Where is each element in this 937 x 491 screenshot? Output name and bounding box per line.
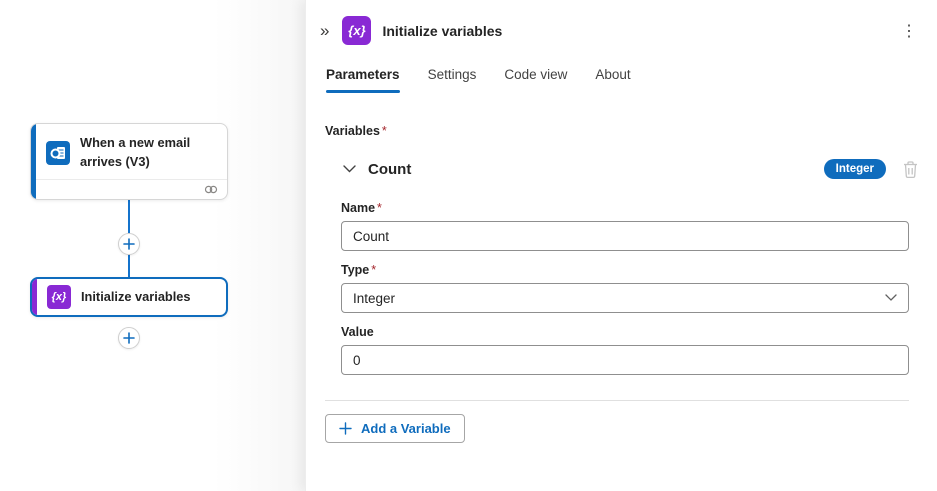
outlook-icon [46,141,70,165]
panel-title: Initialize variables [382,23,502,39]
tab-code-view[interactable]: Code view [504,67,567,93]
connection-link-icon[interactable] [204,184,218,195]
variables-label: Variables* [325,124,909,138]
tab-parameters[interactable]: Parameters [326,67,400,93]
insert-step-button[interactable] [118,233,140,255]
required-marker: * [382,124,387,138]
name-label: Name* [341,201,909,215]
tab-about[interactable]: About [595,67,630,93]
flow-canvas[interactable]: When a new email arrives (V3) {x} Initia… [0,0,305,491]
variable-header-row: Count Integer [341,159,909,179]
node-initialize-variables[interactable]: {x} Initialize variables [30,277,228,317]
type-label: Type* [341,263,909,277]
chevron-down-icon [885,294,897,302]
variables-icon: {x} [47,285,71,309]
value-input[interactable] [341,345,909,375]
action-accent-bar [32,279,37,315]
name-field: Name* [341,201,909,251]
value-label: Value [341,325,909,339]
node-title: When a new email arrives (V3) [80,134,217,171]
action-details-panel: » {x} Initialize variables ⋮ Parameters … [305,0,937,491]
plus-icon [123,238,135,250]
tab-settings[interactable]: Settings [428,67,477,93]
name-input[interactable] [341,221,909,251]
trash-icon[interactable] [902,160,919,179]
plus-icon [339,422,352,435]
section-divider [325,400,909,401]
type-selected-value: Integer [353,291,395,306]
add-variable-label: Add a Variable [361,421,451,436]
collapse-panel-icon[interactable]: » [318,20,331,41]
node-title: Initialize variables [81,288,191,307]
variable-group: Count Integer Name* [341,159,909,375]
panel-header: » {x} Initialize variables ⋮ [306,0,937,45]
more-menu-icon[interactable]: ⋮ [895,19,923,43]
parameters-content: Variables* Count Integer [306,93,937,443]
value-field: Value [341,325,909,375]
variable-name-header[interactable]: Count [368,161,411,178]
required-marker: * [371,263,376,277]
add-variable-button[interactable]: Add a Variable [325,414,465,443]
plus-icon [123,332,135,344]
trigger-accent-bar [31,124,36,199]
type-dropdown[interactable]: Integer [341,283,909,313]
type-field: Type* Integer [341,263,909,313]
chevron-down-icon[interactable] [341,163,358,175]
type-badge: Integer [824,159,886,179]
node-when-a-new-email-arrives[interactable]: When a new email arrives (V3) [30,123,228,200]
add-step-button[interactable] [118,327,140,349]
variables-icon: {x} [342,16,371,45]
required-marker: * [377,201,382,215]
tab-bar: Parameters Settings Code view About [326,67,937,93]
node-footer [31,179,227,199]
